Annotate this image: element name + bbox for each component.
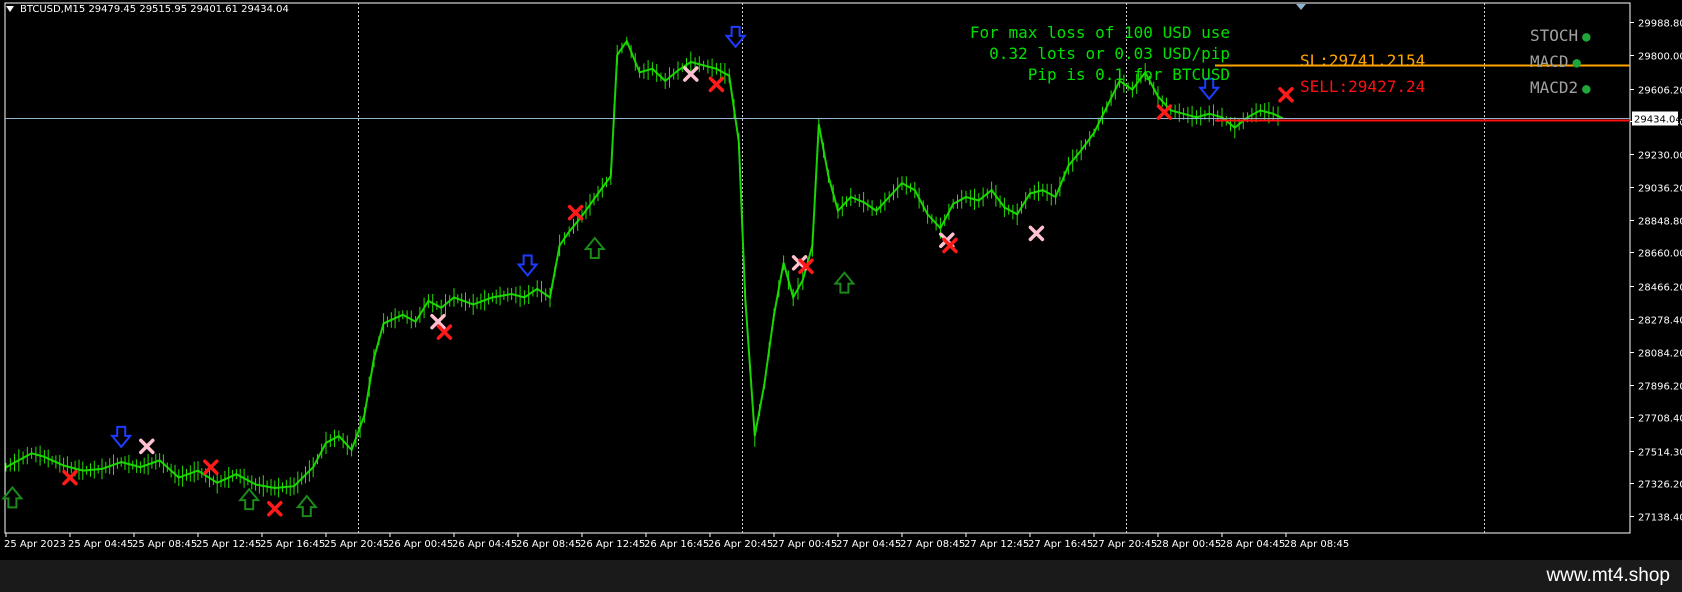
y-tick-label: 28084.20 xyxy=(1638,349,1682,360)
shift-marker-icon[interactable] xyxy=(1296,4,1306,10)
signal-cross-icon[interactable] xyxy=(1028,225,1045,242)
signal-cross-icon[interactable] xyxy=(708,76,725,93)
risk-line-1: For max loss of 100 USD use xyxy=(969,23,1230,42)
x-tick-label: 27 Apr 20:45 xyxy=(1092,539,1157,550)
buy-arrow-icon[interactable] xyxy=(1,485,24,509)
chart-area[interactable]: 29988.8029800.0029606.2029418.4029230.00… xyxy=(0,0,1682,592)
indicator-label: STOCH xyxy=(1530,26,1579,45)
indicator-macd[interactable]: MACD ● xyxy=(1530,52,1581,71)
signal-cross-icon[interactable] xyxy=(139,438,155,455)
y-tick-label: 29606.20 xyxy=(1638,86,1682,97)
signal-cross-icon[interactable] xyxy=(567,204,584,221)
x-tick-label: 26 Apr 08:45 xyxy=(516,539,581,550)
x-tick-label: 27 Apr 08:45 xyxy=(900,539,965,550)
y-tick-label: 27326.20 xyxy=(1638,480,1682,491)
indicator-macd2[interactable]: MACD2 ● xyxy=(1530,78,1591,97)
y-tick-label: 28466.20 xyxy=(1638,283,1682,294)
y-tick-label: 27138.40 xyxy=(1638,513,1682,524)
signal-cross-icon[interactable] xyxy=(62,469,78,486)
x-tick-label: 25 Apr 20:45 xyxy=(324,539,389,550)
y-tick-label: 29036.20 xyxy=(1638,184,1682,195)
sell-arrow-icon[interactable] xyxy=(724,25,747,49)
x-tick-label: 28 Apr 04:45 xyxy=(1220,539,1285,550)
symbol-info: BTCUSD,M15 29479.45 29515.95 29401.61 29… xyxy=(6,4,289,15)
footer-bar: www.mt4.shop xyxy=(0,560,1682,592)
y-tick-label: 27514.30 xyxy=(1638,448,1682,459)
y-tick-label: 28660.00 xyxy=(1638,249,1682,260)
symbol-info-text: BTCUSD,M15 29479.45 29515.95 29401.61 29… xyxy=(20,4,289,15)
x-tick-label: 27 Apr 04:45 xyxy=(836,539,901,550)
price-chart[interactable]: 29988.8029800.0029606.2029418.4029230.00… xyxy=(0,0,1682,560)
x-tick-label: 27 Apr 16:45 xyxy=(1028,539,1093,550)
x-tick-label: 27 Apr 12:45 xyxy=(964,539,1029,550)
buy-arrow-icon[interactable] xyxy=(833,271,856,294)
indicator-label: MACD2 xyxy=(1530,78,1579,97)
x-tick-label: 26 Apr 16:45 xyxy=(644,539,709,550)
x-tick-label: 25 Apr 04:45 xyxy=(68,539,133,550)
y-tick-label: 29230.00 xyxy=(1638,151,1682,162)
x-tick-label: 25 Apr 08:45 xyxy=(132,539,197,550)
signal-cross-icon[interactable] xyxy=(1156,104,1173,120)
y-tick-label: 29988.80 xyxy=(1638,19,1682,30)
stop-loss-label: SL:29741.2154 xyxy=(1300,51,1426,70)
y-tick-label: 27896.20 xyxy=(1638,382,1682,393)
current-price-label: 29434.04 xyxy=(1634,115,1682,126)
y-tick-label: 28848.80 xyxy=(1638,217,1682,228)
x-tick-label: 28 Apr 08:45 xyxy=(1284,539,1349,550)
price-line xyxy=(5,39,1284,490)
risk-info-panel: For max loss of 100 USD use 0.32 lots or … xyxy=(970,22,1230,85)
x-tick-label: 25 Apr 2023 xyxy=(4,539,66,550)
status-dot-icon: ● xyxy=(1572,55,1581,71)
x-tick-label: 27 Apr 00:45 xyxy=(772,539,837,550)
status-dot-icon: ● xyxy=(1582,81,1591,97)
x-tick-label: 28 Apr 00:45 xyxy=(1156,539,1221,550)
risk-line-2: 0.32 lots or 0.03 USD/pip xyxy=(989,44,1230,63)
sell-arrow-icon[interactable] xyxy=(516,254,539,278)
x-tick-label: 25 Apr 12:45 xyxy=(196,539,261,550)
signal-cross-icon[interactable] xyxy=(203,459,219,475)
collapse-triangle-icon[interactable] xyxy=(6,6,14,12)
buy-arrow-icon[interactable] xyxy=(295,494,318,518)
sell-arrow-icon[interactable] xyxy=(110,425,133,449)
buy-arrow-icon[interactable] xyxy=(583,236,606,260)
x-tick-label: 26 Apr 04:45 xyxy=(452,539,517,550)
indicator-label: MACD xyxy=(1530,52,1569,71)
x-tick-label: 26 Apr 12:45 xyxy=(580,539,645,550)
x-tick-label: 26 Apr 00:45 xyxy=(388,539,453,550)
x-tick-label: 25 Apr 16:45 xyxy=(260,539,325,550)
risk-line-3: Pip is 0.1 for BTCUSD xyxy=(1027,65,1230,84)
buy-arrow-icon[interactable] xyxy=(238,487,261,511)
y-tick-label: 28278.40 xyxy=(1638,316,1682,327)
signal-cross-icon[interactable] xyxy=(1278,87,1294,103)
status-dot-icon: ● xyxy=(1582,29,1591,45)
y-tick-label: 29800.00 xyxy=(1638,52,1682,63)
y-tick-label: 27708.40 xyxy=(1638,414,1682,425)
indicator-stoch[interactable]: STOCH ● xyxy=(1530,26,1591,45)
x-tick-label: 26 Apr 20:45 xyxy=(708,539,773,550)
brand-link[interactable]: www.mt4.shop xyxy=(1546,565,1670,587)
sell-label: SELL:29427.24 xyxy=(1300,77,1426,96)
signal-cross-icon[interactable] xyxy=(267,501,283,517)
